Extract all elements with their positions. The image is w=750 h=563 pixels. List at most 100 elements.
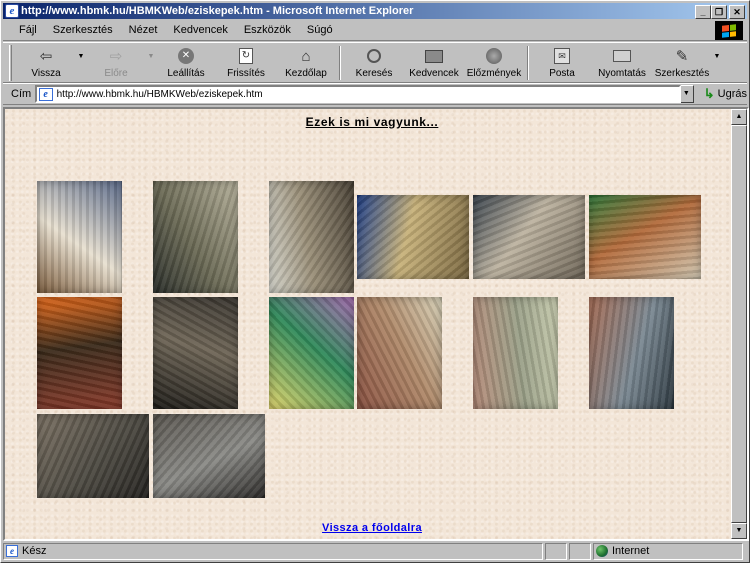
print-button[interactable]: Nyomtatás <box>592 43 652 81</box>
gallery-photo[interactable] <box>357 297 442 409</box>
stop-button[interactable]: ✕ Leállítás <box>156 43 216 81</box>
refresh-button[interactable]: ↻ Frissítés <box>216 43 276 81</box>
restore-button[interactable]: ❐ <box>711 5 727 19</box>
back-button[interactable]: ⇦ Vissza <box>16 43 76 81</box>
photo-texture <box>153 297 238 409</box>
gallery-photo[interactable] <box>589 195 701 279</box>
gallery-photo[interactable] <box>357 195 469 279</box>
history-button[interactable]: Előzmények <box>464 43 524 81</box>
photo-texture <box>153 181 238 293</box>
edit-dropdown[interactable]: ▼ <box>712 37 722 75</box>
vertical-scrollbar[interactable]: ▲ ▼ <box>731 109 747 539</box>
photo-texture <box>357 297 442 409</box>
go-button[interactable]: ↳ Ugrás <box>694 86 747 102</box>
menu-favorites-label: Kedvencek <box>173 24 228 36</box>
photo-texture <box>589 297 674 409</box>
menu-view[interactable]: Nézet <box>121 24 166 36</box>
gallery-photo[interactable] <box>37 414 149 498</box>
gallery-photo[interactable] <box>269 181 354 293</box>
history-label: Előzmények <box>466 68 522 79</box>
status-bar: e Kész Internet <box>3 542 747 561</box>
gallery-photo[interactable] <box>269 297 354 409</box>
menu-edit[interactable]: Szerkesztés <box>45 24 121 36</box>
scroll-down-button[interactable]: ▼ <box>731 523 747 539</box>
minimize-button[interactable]: _ <box>695 5 711 19</box>
search-label: Keresés <box>355 68 393 79</box>
zone-text: Internet <box>612 545 650 557</box>
go-label: Ugrás <box>717 88 747 100</box>
photo-texture <box>37 297 122 409</box>
standard-toolbar: ⇦ Vissza ▼ ⇨ Előre ▼ ✕ Leállítás ↻ Friss… <box>3 42 747 83</box>
address-label: Cím <box>11 88 32 100</box>
photo-texture <box>473 297 558 409</box>
menu-tools[interactable]: Eszközök <box>236 24 299 36</box>
gallery-photo[interactable] <box>153 181 238 293</box>
page-viewport: Ezek is mi vagyunk... Vissza a főoldalra… <box>3 107 749 541</box>
home-label: Kezdőlap <box>285 68 327 79</box>
page-icon: e <box>38 88 53 101</box>
scroll-thumb[interactable] <box>731 125 747 523</box>
refresh-label: Frissítés <box>227 68 265 79</box>
status-main: e Kész <box>3 543 543 560</box>
close-button[interactable]: ✕ <box>729 5 745 19</box>
gallery-photo[interactable] <box>153 414 265 498</box>
status-cell <box>545 543 567 560</box>
browser-window: e http://www.hbmk.hu/HBMKWeb/eziskepek.h… <box>0 0 750 563</box>
home-icon: ⌂ <box>301 47 311 65</box>
scroll-up-button[interactable]: ▲ <box>731 109 747 125</box>
refresh-icon: ↻ <box>235 46 257 66</box>
address-input[interactable]: e http://www.hbmk.hu/HBMKWeb/eziskepek.h… <box>34 85 681 103</box>
page-heading: Ezek is mi vagyunk... <box>305 115 439 129</box>
stop-icon: ✕ <box>175 46 197 66</box>
photo-texture <box>37 181 122 293</box>
home-link[interactable]: Vissza a főoldalra <box>5 522 739 534</box>
mail-icon: ✉ <box>551 46 573 66</box>
gallery-photo[interactable] <box>37 297 122 409</box>
photo-texture <box>37 414 149 498</box>
toolbar-separator <box>339 46 341 80</box>
address-dropdown[interactable]: ▼ <box>678 85 694 103</box>
toolbar-grip[interactable] <box>9 45 12 81</box>
history-icon <box>483 46 505 66</box>
toolbar-separator <box>527 46 529 80</box>
forward-arrow-icon: ⇨ <box>109 48 123 65</box>
internet-globe-icon <box>596 545 608 557</box>
menu-favorites[interactable]: Kedvencek <box>165 24 235 36</box>
status-zone: Internet <box>593 543 743 560</box>
menu-bar: Fájl Szerkesztés Nézet Kedvencek Eszközö… <box>3 20 747 41</box>
home-button[interactable]: ⌂ Kezdőlap <box>276 43 336 81</box>
title-bar: e http://www.hbmk.hu/HBMKWeb/eziskepek.h… <box>3 3 747 19</box>
address-url: http://www.hbmk.hu/HBMKWeb/eziskepek.htm <box>56 88 263 100</box>
search-icon <box>363 46 385 66</box>
page-status-icon: e <box>6 545 18 557</box>
gallery-photo[interactable] <box>473 195 585 279</box>
status-cell <box>569 543 591 560</box>
edit-button[interactable]: ✎ Szerkesztés <box>652 43 712 81</box>
back-dropdown[interactable]: ▼ <box>76 37 86 75</box>
window-title: http://www.hbmk.hu/HBMKWeb/eziskepek.htm… <box>21 5 414 17</box>
forward-dropdown[interactable]: ▼ <box>146 37 156 75</box>
menu-help[interactable]: Súgó <box>299 24 341 36</box>
menu-tools-label: Eszközök <box>243 24 291 36</box>
back-arrow-icon: ⇦ <box>39 48 53 65</box>
address-bar: Cím e http://www.hbmk.hu/HBMKWeb/eziskep… <box>3 83 747 105</box>
photo-texture <box>473 195 585 279</box>
page-content: Ezek is mi vagyunk... Vissza a főoldalra <box>5 109 731 539</box>
gallery-photo[interactable] <box>589 297 674 409</box>
gallery-photo[interactable] <box>37 181 122 293</box>
gallery-photo[interactable] <box>473 297 558 409</box>
gallery-photo[interactable] <box>153 297 238 409</box>
menu-file[interactable]: Fájl <box>11 24 45 36</box>
favorites-button[interactable]: Kedvencek <box>404 43 464 81</box>
menu-edit-label: Szerkesztés <box>52 24 113 36</box>
edit-label: Szerkesztés <box>654 68 710 79</box>
favorites-folder-icon <box>423 46 445 66</box>
forward-button[interactable]: ⇨ Előre <box>86 43 146 81</box>
stop-label: Leállítás <box>167 68 205 79</box>
photo-texture <box>269 181 354 293</box>
print-label: Nyomtatás <box>598 68 646 79</box>
menu-help-label: Súgó <box>306 24 333 36</box>
mail-button[interactable]: ✉ Posta <box>532 43 592 81</box>
printer-icon <box>611 46 633 66</box>
search-button[interactable]: Keresés <box>344 43 404 81</box>
